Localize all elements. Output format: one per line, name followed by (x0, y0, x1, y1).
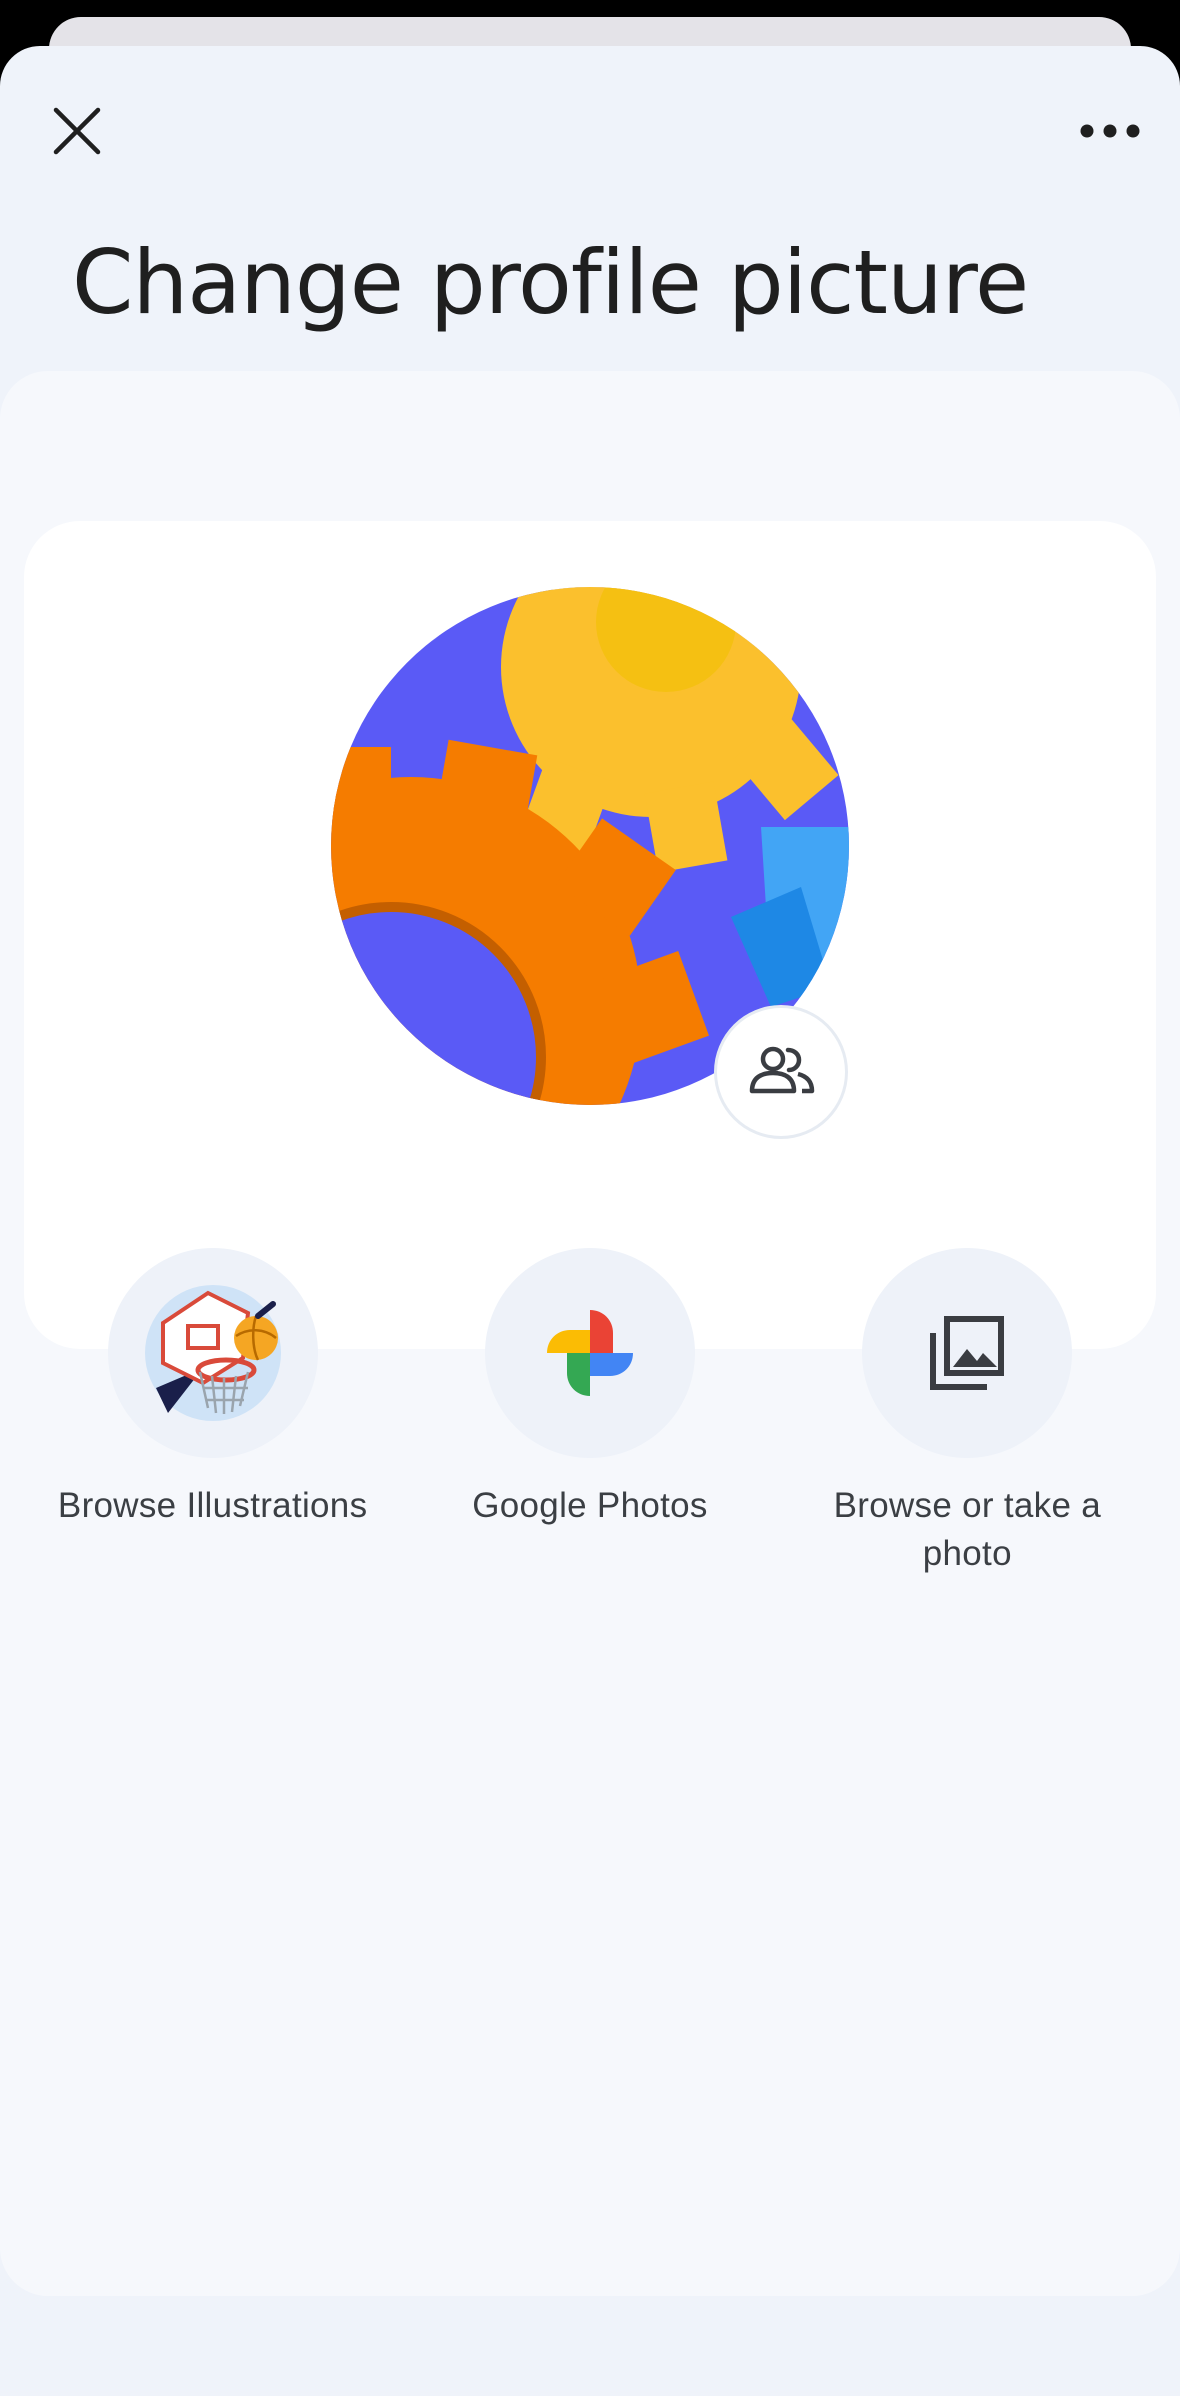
basketball-illustration-icon (107, 1248, 318, 1458)
more-options-button[interactable] (1070, 96, 1150, 170)
google-photos-label: Google Photos (472, 1486, 708, 1525)
change-profile-picture-dialog: Change profile picture Browse Illustrati… (0, 46, 1180, 2396)
google-photos-option[interactable]: Google Photos (417, 1248, 763, 1578)
people-icon (746, 1045, 816, 1100)
close-icon (51, 105, 103, 162)
shared-with-people-button[interactable] (717, 1008, 845, 1136)
google-photos-pinwheel-icon (484, 1248, 695, 1458)
page-title: Change profile picture (72, 231, 1029, 334)
close-button[interactable] (40, 96, 114, 170)
browse-illustrations-option[interactable]: Browse Illustrations (40, 1248, 386, 1578)
browse-or-take-photo-option[interactable]: Browse or take a photo (794, 1248, 1140, 1578)
browse-or-take-photo-label: Browse or take a photo (833, 1486, 1102, 1573)
picture-source-options: Browse Illustrations Google Photos Brows… (24, 1248, 1156, 1578)
top-bar (0, 46, 1180, 216)
more-horizontal-icon (1079, 123, 1141, 144)
browse-illustrations-label: Browse Illustrations (57, 1486, 368, 1525)
photo-library-icon (862, 1248, 1073, 1458)
